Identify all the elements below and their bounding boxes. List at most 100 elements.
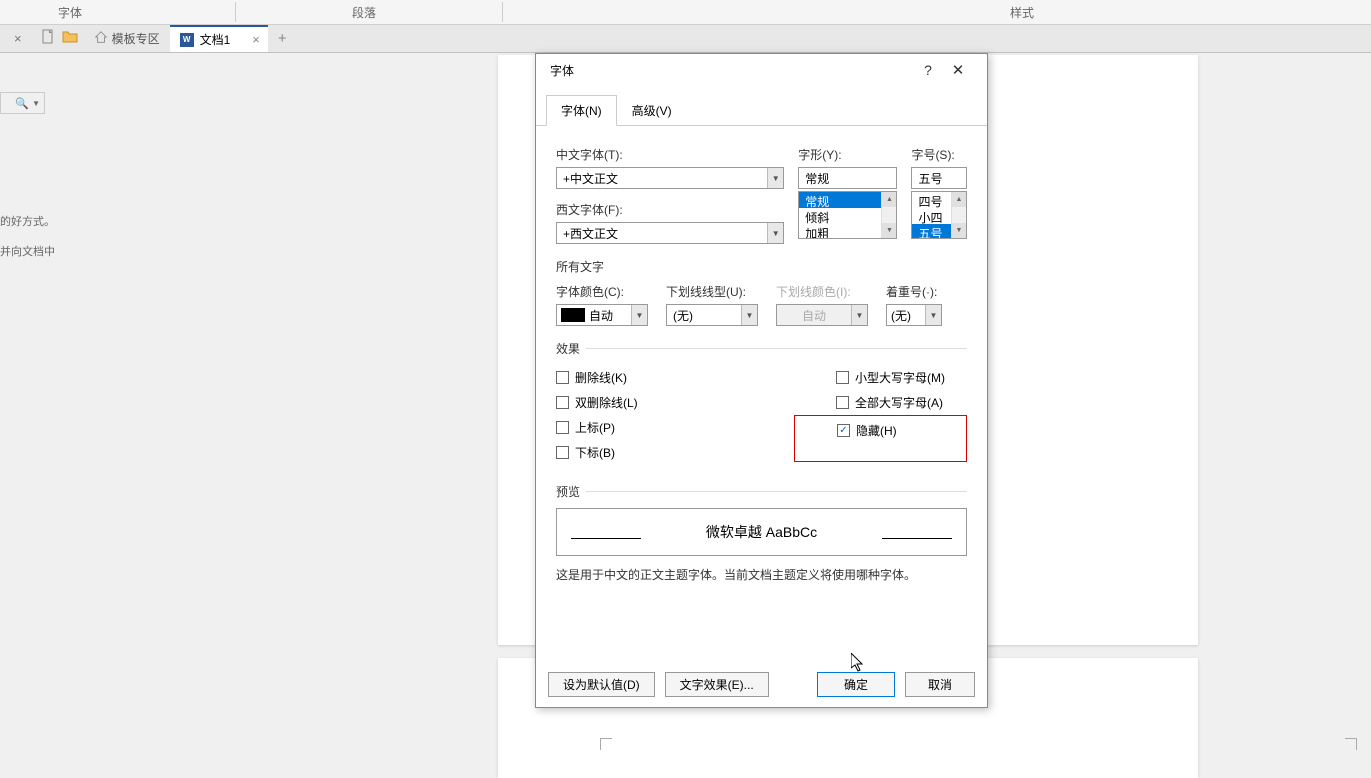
en-font-combo[interactable]: +西文正文 ▼ — [556, 222, 784, 244]
smallcaps-checkbox[interactable] — [836, 371, 849, 384]
size-option[interactable]: 四号 — [912, 192, 951, 208]
emphasis-label: 着重号(·): — [886, 283, 942, 300]
underline-color-value: 自动 — [777, 307, 851, 324]
template-tab[interactable]: 模板专区 — [84, 25, 170, 52]
dialog-button-row: 设为默认值(D) 文字效果(E)... 确定 取消 — [548, 672, 975, 697]
dropdown-icon: ▼ — [32, 99, 40, 108]
subscript-checkbox[interactable] — [556, 446, 569, 459]
template-tab-label: 模板专区 — [112, 30, 160, 47]
size-option[interactable]: 五号 — [912, 224, 951, 238]
cursor-icon — [851, 653, 867, 676]
preview-line — [882, 538, 952, 539]
underline-value: (无) — [667, 307, 741, 324]
color-value: 自动 — [589, 307, 631, 324]
allcaps-checkbox[interactable] — [836, 396, 849, 409]
smallcaps-label: 小型大写字母(M) — [855, 369, 945, 386]
dialog-tabs: 字体(N) 高级(V) — [536, 94, 987, 126]
smallcaps-checkbox-row[interactable]: 小型大写字母(M) — [836, 365, 967, 390]
cn-font-label: 中文字体(T): — [556, 146, 784, 163]
advanced-tab[interactable]: 高级(V) — [617, 95, 687, 126]
dialog-title: 字体 — [550, 62, 913, 79]
word-doc-icon: W — [180, 33, 194, 47]
emphasis-select[interactable]: (无) ▼ — [886, 304, 942, 326]
style-option-bold[interactable]: 加粗 — [799, 224, 881, 238]
dialog-titlebar[interactable]: 字体 ? ✕ — [536, 54, 987, 86]
scroll-down-icon[interactable]: ▼ — [882, 223, 896, 238]
hidden-label: 隐藏(H) — [856, 422, 897, 439]
dblstrike-checkbox[interactable] — [556, 396, 569, 409]
dblstrike-label: 双删除线(L) — [575, 394, 638, 411]
scroll-up-icon[interactable]: ▲ — [882, 192, 896, 207]
add-tab-button[interactable]: + — [268, 30, 297, 47]
emphasis-value: (无) — [887, 307, 925, 324]
chevron-down-icon[interactable]: ▼ — [767, 168, 783, 188]
new-doc-icon[interactable] — [40, 29, 56, 48]
close-panel-button[interactable]: × — [2, 31, 34, 46]
text-effects-label: 文字效果(E)... — [680, 676, 754, 693]
cancel-label: 取消 — [928, 676, 952, 693]
size-option[interactable]: 小四 — [912, 208, 951, 224]
page-margin-marker — [600, 738, 612, 750]
set-default-button[interactable]: 设为默认值(D) — [548, 672, 655, 697]
cancel-button[interactable]: 取消 — [905, 672, 975, 697]
font-tab[interactable]: 字体(N) — [546, 95, 617, 126]
preview-line — [571, 538, 641, 539]
superscript-label: 上标(P) — [575, 419, 615, 436]
en-font-label: 西文字体(F): — [556, 201, 784, 218]
document-tab[interactable]: W 文档1 × — [170, 25, 268, 52]
superscript-checkbox[interactable] — [556, 421, 569, 434]
underline-label: 下划线线型(U): — [666, 283, 758, 300]
strikethrough-checkbox-row[interactable]: 删除线(K) — [556, 365, 836, 390]
size-value: 五号 — [912, 170, 966, 187]
text-effects-button[interactable]: 文字效果(E)... — [665, 672, 769, 697]
chevron-down-icon[interactable]: ▼ — [631, 305, 647, 325]
preview-text: 微软卓越 AaBbCc — [706, 522, 817, 542]
effects-header-label: 效果 — [556, 340, 580, 357]
all-text-header: 所有文字 — [556, 258, 967, 275]
dblstrike-checkbox-row[interactable]: 双删除线(L) — [556, 390, 836, 415]
size-label: 字号(S): — [911, 146, 967, 163]
ok-label: 确定 — [844, 676, 868, 693]
style-scrollbar[interactable]: ▲ ▼ — [881, 192, 896, 238]
nav-search-field[interactable]: 🔍 ▼ — [0, 92, 45, 114]
strikethrough-checkbox[interactable] — [556, 371, 569, 384]
document-tab-label: 文档1 — [200, 31, 231, 48]
en-font-value: +西文正文 — [557, 225, 767, 242]
hidden-checkbox-row[interactable]: ✓ 隐藏(H) — [837, 418, 962, 443]
style-input[interactable]: 常规 — [798, 167, 897, 189]
strikethrough-label: 删除线(K) — [575, 369, 627, 386]
style-option-italic[interactable]: 倾斜 — [799, 208, 881, 224]
underline-color-select: 自动 ▼ — [776, 304, 868, 326]
color-label: 字体颜色(C): — [556, 283, 648, 300]
font-tab-label: 字体(N) — [561, 104, 602, 118]
folder-icon[interactable] — [62, 29, 78, 48]
page-margin-marker — [1345, 738, 1357, 750]
style-listbox[interactable]: 常规 倾斜 加粗 ▲ ▼ — [798, 191, 897, 239]
ribbon-divider — [502, 2, 503, 22]
underline-select[interactable]: (无) ▼ — [666, 304, 758, 326]
scroll-up-icon[interactable]: ▲ — [952, 192, 966, 207]
hidden-highlight: ✓ 隐藏(H) — [794, 415, 967, 462]
subscript-label: 下标(B) — [575, 444, 615, 461]
close-tab-button[interactable]: × — [236, 32, 260, 47]
size-listbox[interactable]: 四号 小四 五号 ▲ ▼ — [911, 191, 967, 239]
style-option-regular[interactable]: 常规 — [799, 192, 881, 208]
chevron-down-icon[interactable]: ▼ — [767, 223, 783, 243]
preview-box: 微软卓越 AaBbCc — [556, 508, 967, 556]
ribbon-font-group: 字体 — [58, 4, 82, 21]
font-color-select[interactable]: 自动 ▼ — [556, 304, 648, 326]
dialog-help-button[interactable]: ? — [913, 62, 943, 78]
dialog-close-button[interactable]: ✕ — [943, 61, 973, 79]
chevron-down-icon[interactable]: ▼ — [925, 305, 941, 325]
home-icon — [94, 30, 108, 47]
chevron-down-icon[interactable]: ▼ — [741, 305, 757, 325]
tab-icons — [34, 25, 84, 52]
allcaps-checkbox-row[interactable]: 全部大写字母(A) — [836, 390, 967, 415]
cn-font-combo[interactable]: +中文正文 ▼ — [556, 167, 784, 189]
hidden-checkbox[interactable]: ✓ — [837, 424, 850, 437]
scroll-down-icon[interactable]: ▼ — [952, 223, 966, 238]
size-scrollbar[interactable]: ▲ ▼ — [951, 192, 966, 238]
style-label: 字形(Y): — [798, 146, 897, 163]
size-input[interactable]: 五号 — [911, 167, 967, 189]
underline-color-label: 下划线颜色(I): — [776, 283, 868, 300]
